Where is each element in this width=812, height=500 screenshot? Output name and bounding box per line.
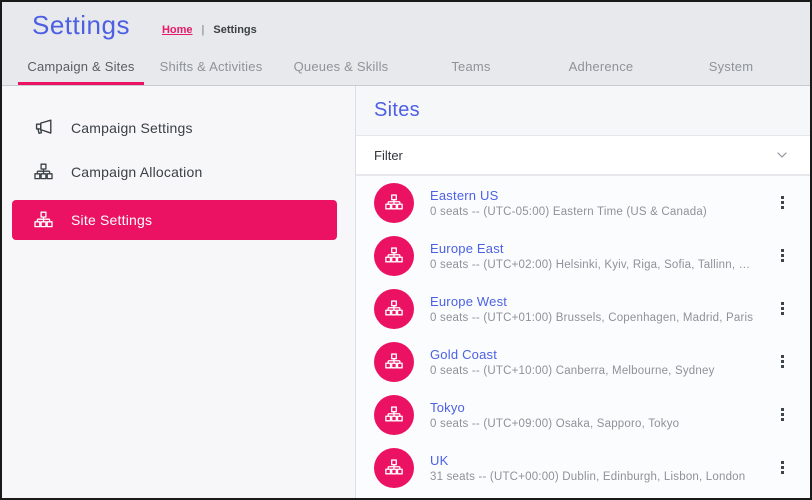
tab-campaign-and-sites[interactable]: Campaign & Sites bbox=[16, 48, 146, 85]
site-name-link[interactable]: Eastern US bbox=[430, 188, 756, 203]
site-row[interactable]: Europe West 0 seats -- (UTC+01:00) Bruss… bbox=[356, 282, 810, 335]
row-menu-button[interactable] bbox=[772, 403, 792, 427]
site-name-link[interactable]: UK bbox=[430, 453, 756, 468]
settings-window: Settings Home | Settings Campaign & Site… bbox=[0, 0, 812, 500]
kebab-dot bbox=[780, 307, 784, 310]
sidebar-item-label: Campaign Allocation bbox=[71, 164, 203, 180]
org-chart-icon bbox=[385, 246, 403, 262]
tab-adherence[interactable]: Adherence bbox=[536, 48, 666, 85]
row-menu-button[interactable] bbox=[772, 191, 792, 215]
tab-queues-and-skills[interactable]: Queues & Skills bbox=[276, 48, 406, 85]
sidebar-item-label: Site Settings bbox=[71, 212, 153, 228]
site-avatar bbox=[374, 288, 414, 329]
settings-sidebar: Campaign Settings Campaign Allocation Si… bbox=[2, 86, 356, 498]
site-details: 0 seats -- (UTC+10:00) Canberra, Melbour… bbox=[430, 364, 715, 377]
kebab-dot bbox=[780, 413, 784, 416]
row-menu-button[interactable] bbox=[772, 350, 792, 374]
site-name-link[interactable]: Europe East bbox=[430, 241, 756, 256]
org-chart-icon bbox=[385, 193, 403, 209]
main-area: Campaign Settings Campaign Allocation Si… bbox=[2, 86, 810, 498]
org-chart-icon bbox=[385, 352, 403, 368]
kebab-dot bbox=[780, 466, 784, 469]
site-info: Eastern US 0 seats -- (UTC-05:00) Easter… bbox=[430, 188, 756, 218]
sites-heading: Sites bbox=[374, 99, 420, 121]
row-menu-button[interactable] bbox=[772, 456, 792, 480]
org-chart-icon bbox=[385, 405, 403, 421]
kebab-dot bbox=[780, 365, 784, 368]
org-chart-icon bbox=[32, 209, 54, 231]
tab-teams[interactable]: Teams bbox=[406, 48, 536, 85]
kebab-dot bbox=[780, 249, 784, 252]
site-details: 0 seats -- (UTC-05:00) Eastern Time (US … bbox=[430, 205, 707, 218]
kebab-dot bbox=[780, 471, 784, 474]
kebab-dot bbox=[780, 360, 784, 363]
breadcrumb: Home | Settings bbox=[162, 24, 257, 36]
kebab-dot bbox=[780, 418, 784, 421]
sites-list: Eastern US 0 seats -- (UTC-05:00) Easter… bbox=[356, 176, 810, 498]
site-avatar bbox=[374, 182, 414, 223]
breadcrumb-separator: | bbox=[201, 23, 205, 36]
org-chart-icon bbox=[385, 458, 403, 474]
page-header: Settings Home | Settings bbox=[2, 2, 810, 48]
site-row[interactable]: Eastern US 0 seats -- (UTC-05:00) Easter… bbox=[356, 176, 810, 229]
site-info: Tokyo 0 seats -- (UTC+09:00) Osaka, Sapp… bbox=[430, 400, 756, 430]
megaphone-icon bbox=[32, 117, 54, 139]
kebab-dot bbox=[780, 355, 784, 358]
chevron-down-icon[interactable] bbox=[774, 147, 790, 163]
site-info: Europe West 0 seats -- (UTC+01:00) Bruss… bbox=[430, 294, 756, 324]
site-avatar bbox=[374, 394, 414, 435]
sidebar-item-label: Campaign Settings bbox=[71, 120, 193, 136]
org-chart-icon bbox=[32, 161, 54, 183]
kebab-dot bbox=[780, 196, 784, 199]
sidebar-item-campaign-allocation[interactable]: Campaign Allocation bbox=[2, 150, 355, 194]
site-row[interactable]: Tokyo 0 seats -- (UTC+09:00) Osaka, Sapp… bbox=[356, 388, 810, 441]
page-title: Settings bbox=[32, 9, 130, 40]
site-avatar bbox=[374, 341, 414, 382]
breadcrumb-home-link[interactable]: Home bbox=[162, 24, 193, 36]
row-menu-button[interactable] bbox=[772, 297, 792, 321]
site-info: UK 31 seats -- (UTC+00:00) Dublin, Edinb… bbox=[430, 453, 756, 483]
site-row[interactable]: UK 31 seats -- (UTC+00:00) Dublin, Edinb… bbox=[356, 441, 810, 494]
site-row[interactable]: Europe East 0 seats -- (UTC+02:00) Helsi… bbox=[356, 229, 810, 282]
site-name-link[interactable]: Gold Coast bbox=[430, 347, 756, 362]
kebab-dot bbox=[780, 302, 784, 305]
site-info: Gold Coast 0 seats -- (UTC+10:00) Canber… bbox=[430, 347, 756, 377]
site-details: 0 seats -- (UTC+01:00) Brussels, Copenha… bbox=[430, 311, 754, 324]
settings-tabbar: Campaign & Sites Shifts & Activities Que… bbox=[2, 48, 810, 86]
site-details: 31 seats -- (UTC+00:00) Dublin, Edinburg… bbox=[430, 470, 746, 483]
kebab-dot bbox=[780, 201, 784, 204]
site-info: Europe East 0 seats -- (UTC+02:00) Helsi… bbox=[430, 241, 756, 271]
site-details: 0 seats -- (UTC+02:00) Helsinki, Kyiv, R… bbox=[430, 258, 756, 271]
org-chart-icon bbox=[385, 299, 403, 315]
breadcrumb-current: Settings bbox=[213, 23, 257, 36]
kebab-dot bbox=[780, 461, 784, 464]
site-name-link[interactable]: Europe West bbox=[430, 294, 756, 309]
sites-panel-header: Sites bbox=[356, 86, 810, 136]
sites-panel: Sites Filter Eastern US 0 seats -- (UTC-… bbox=[356, 86, 810, 498]
sidebar-item-campaign-settings[interactable]: Campaign Settings bbox=[2, 106, 355, 150]
site-row[interactable]: Gold Coast 0 seats -- (UTC+10:00) Canber… bbox=[356, 335, 810, 388]
site-details: 0 seats -- (UTC+09:00) Osaka, Sapporo, T… bbox=[430, 417, 680, 430]
kebab-dot bbox=[780, 259, 784, 262]
site-avatar bbox=[374, 447, 414, 488]
filter-dropdown[interactable]: Filter bbox=[356, 136, 810, 176]
site-avatar bbox=[374, 235, 414, 276]
kebab-dot bbox=[780, 206, 784, 209]
filter-label: Filter bbox=[374, 147, 403, 163]
kebab-dot bbox=[780, 408, 784, 411]
tab-shifts-and-activities[interactable]: Shifts & Activities bbox=[146, 48, 276, 85]
row-menu-button[interactable] bbox=[772, 244, 792, 268]
site-name-link[interactable]: Tokyo bbox=[430, 400, 756, 415]
kebab-dot bbox=[780, 254, 784, 257]
sidebar-item-site-settings[interactable]: Site Settings bbox=[12, 200, 337, 240]
kebab-dot bbox=[780, 312, 784, 315]
tab-system[interactable]: System bbox=[666, 48, 796, 85]
